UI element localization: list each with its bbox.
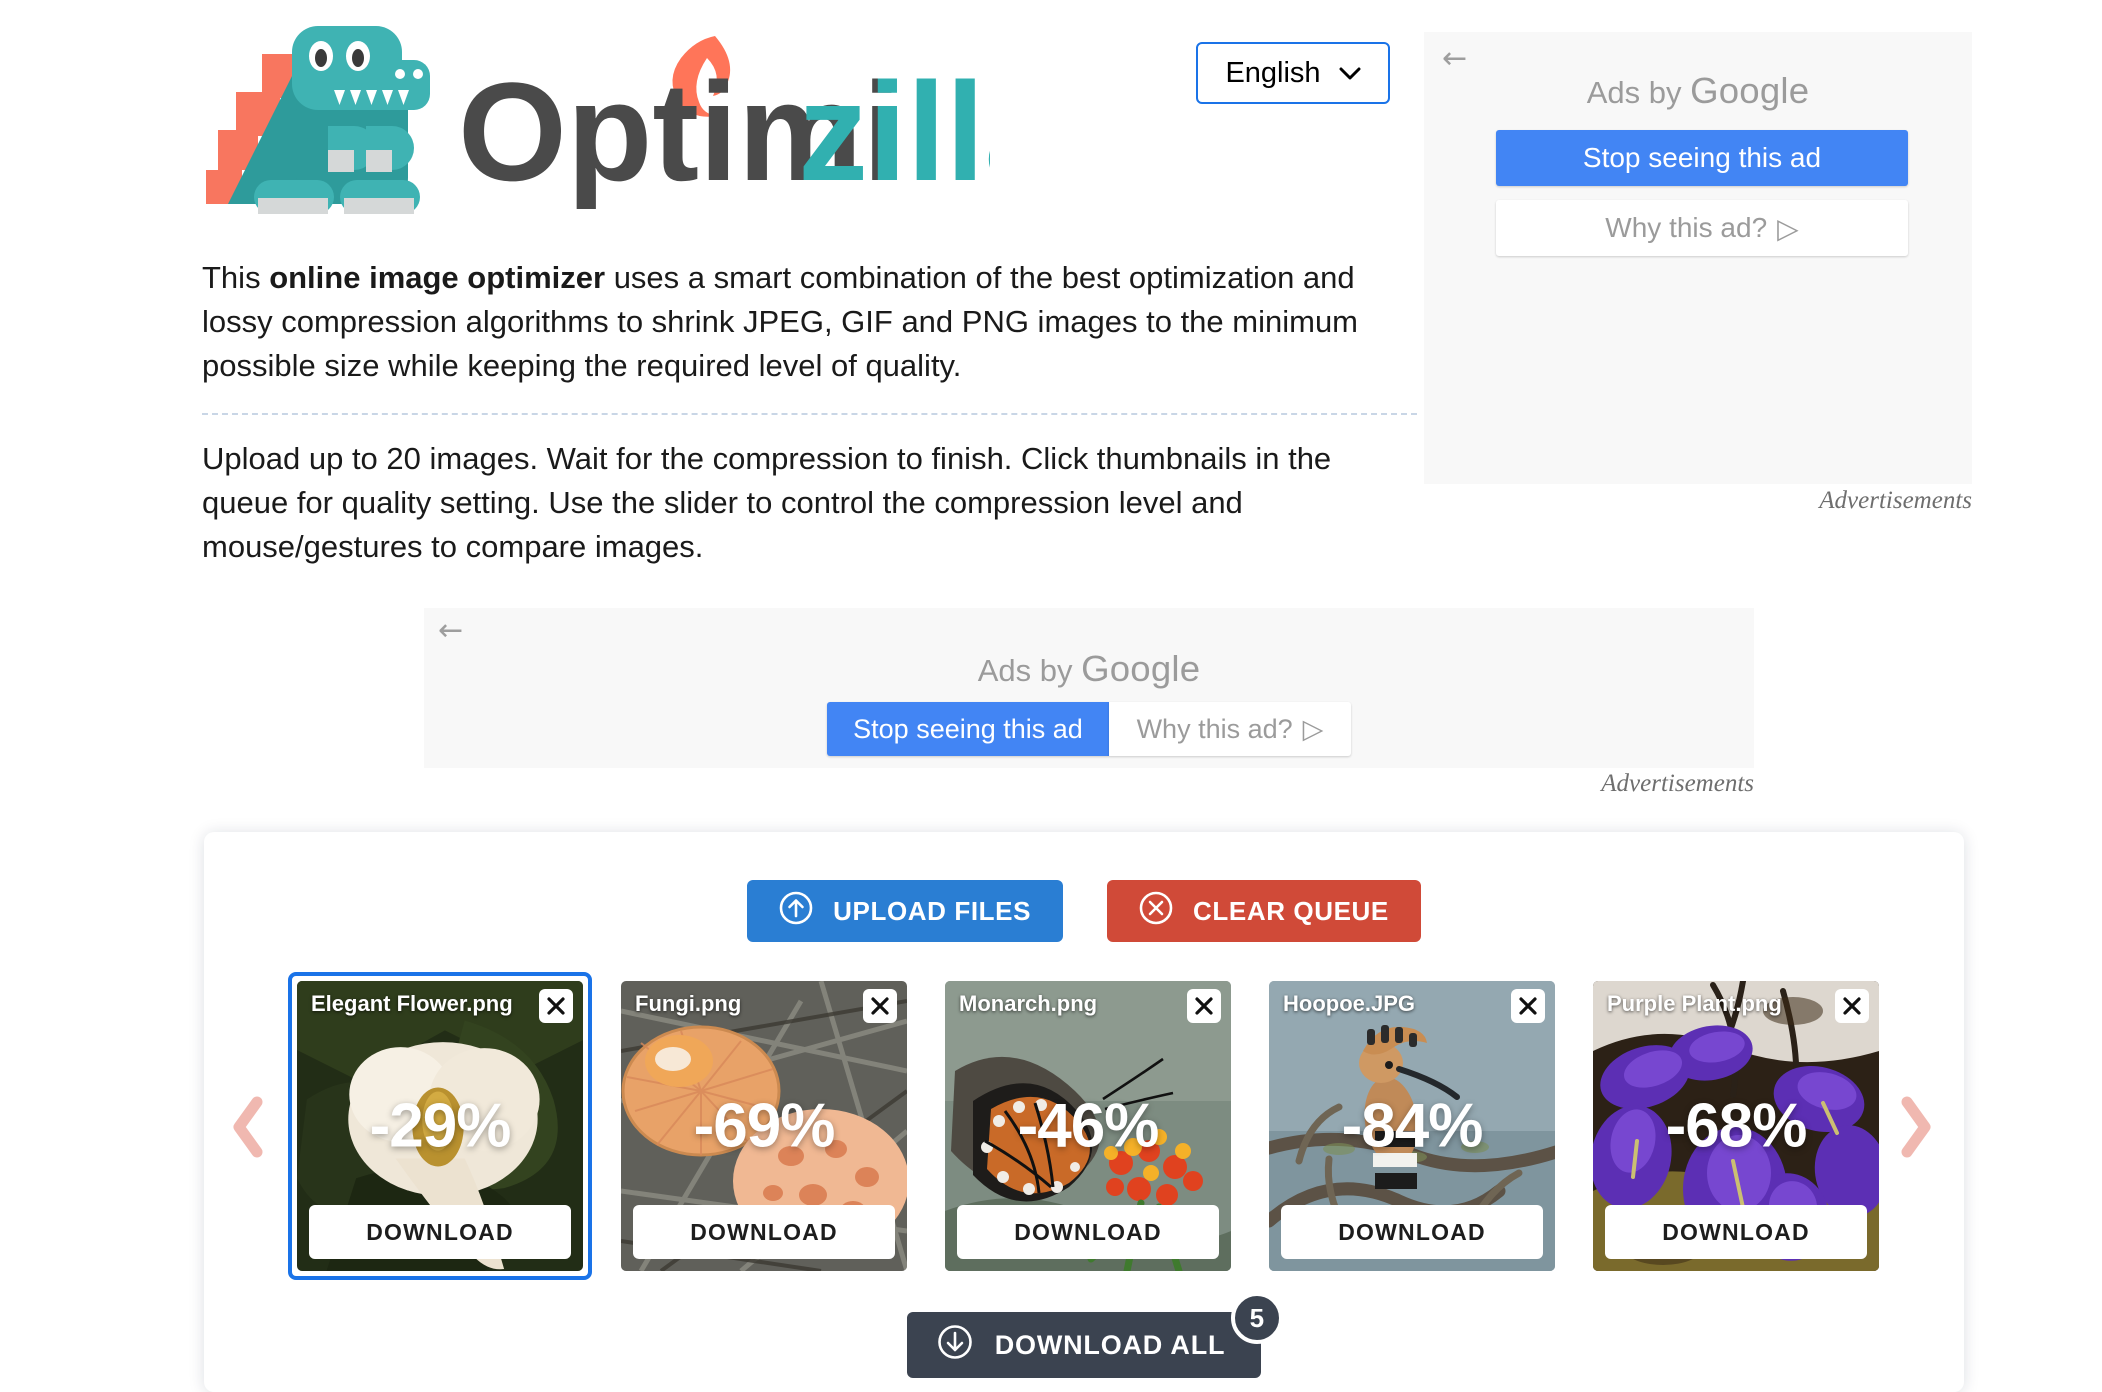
thumbnail-carousel: Elegant Flower.png -29% DOWNLOAD Fungi.p… <box>204 972 1964 1302</box>
download-all-label: DOWNLOAD ALL <box>994 1329 1226 1360</box>
intro-p1-bold: online image optimizer <box>269 260 606 295</box>
compression-percent: -68% <box>1665 1091 1808 1161</box>
queue-card[interactable]: Purple Plant.png -68% DOWNLOAD <box>1584 972 1888 1280</box>
intro-p1-before: This <box>202 260 270 295</box>
upload-files-button[interactable]: UPLOAD FILES <box>747 880 1064 942</box>
download-button[interactable]: DOWNLOAD <box>633 1205 895 1259</box>
compression-percent: -46% <box>1017 1091 1160 1161</box>
ad-panel-top-right: ← Ads by Google Stop seeing this ad Why … <box>1424 32 1972 484</box>
queue-card-filename: Monarch.png <box>959 991 1098 1016</box>
thumbnail-image: Hoopoe.JPG -84% DOWNLOAD <box>1269 981 1555 1271</box>
upload-circle-icon <box>779 891 813 932</box>
google-wordmark: Google <box>1690 70 1810 111</box>
thumbnail-image: Fungi.png -69% DOWNLOAD <box>621 981 907 1271</box>
ads-by-prefix: Ads by <box>977 653 1082 688</box>
why-this-ad-label: Why this ad? <box>1605 212 1768 243</box>
close-x-icon[interactable] <box>1511 989 1545 1023</box>
ads-by-prefix: Ads by <box>1586 75 1691 110</box>
thumbnail-list: Elegant Flower.png -29% DOWNLOAD Fungi.p… <box>288 972 1888 1280</box>
advertisements-label-middle: Advertisements <box>1601 770 1754 797</box>
queue-card-filename: Hoopoe.JPG <box>1283 991 1416 1016</box>
ad-button-row: Stop seeing this ad Why this ad? ▷ <box>424 702 1754 756</box>
download-button[interactable]: DOWNLOAD <box>309 1205 571 1259</box>
download-all-button[interactable]: DOWNLOAD ALL 5 <box>906 1292 1284 1378</box>
compression-percent: -84% <box>1341 1091 1484 1161</box>
download-button[interactable]: DOWNLOAD <box>957 1205 1219 1259</box>
svg-text:zilla: zilla <box>798 53 990 210</box>
download-all-row: DOWNLOAD ALL 5 <box>204 1292 1964 1378</box>
download-button[interactable]: DOWNLOAD <box>1605 1205 1867 1259</box>
queue-card[interactable]: Hoopoe.JPG -84% DOWNLOAD <box>1260 972 1564 1280</box>
close-x-icon[interactable] <box>539 989 573 1023</box>
clear-queue-button[interactable]: CLEAR QUEUE <box>1107 880 1421 942</box>
ads-by-google-label: Ads by Google <box>424 648 1754 690</box>
why-this-ad-label: Why this ad? <box>1136 713 1293 744</box>
page-root: Optimi zilla English ← Ads by Google Sto… <box>0 0 2102 1392</box>
why-this-ad-button[interactable]: Why this ad? ▷ <box>1496 200 1908 256</box>
thumbnail-image: Elegant Flower.png -29% DOWNLOAD <box>297 981 583 1271</box>
upload-files-label: UPLOAD FILES <box>833 895 1032 926</box>
stop-seeing-ad-button[interactable]: Stop seeing this ad <box>1496 130 1908 186</box>
queue-card[interactable]: Monarch.png -46% DOWNLOAD <box>936 972 1240 1280</box>
play-triangle-icon: ▷ <box>1302 713 1324 744</box>
compression-percent: -69% <box>693 1091 836 1161</box>
chevron-down-icon <box>1339 63 1361 85</box>
download-button[interactable]: DOWNLOAD <box>1281 1205 1543 1259</box>
close-x-icon[interactable] <box>863 989 897 1023</box>
thumbnail-image: Monarch.png -46% DOWNLOAD <box>945 981 1231 1271</box>
advertisements-label-top: Advertisements <box>1819 487 1972 514</box>
intro-paragraph-2: Upload up to 20 images. Wait for the com… <box>202 441 1332 565</box>
why-this-ad-button[interactable]: Why this ad? ▷ <box>1109 702 1351 756</box>
intro-text-block: This online image optimizer uses a smart… <box>202 256 1417 569</box>
image-queue-panel: UPLOAD FILES CLEAR QUEUE Elegant Flower.… <box>204 832 1964 1392</box>
intro-paragraph-1: This online image optimizer uses a smart… <box>202 256 1417 388</box>
queue-card[interactable]: Elegant Flower.png -29% DOWNLOAD <box>288 972 592 1280</box>
clear-queue-label: CLEAR QUEUE <box>1193 895 1389 926</box>
queue-card-filename: Elegant Flower.png <box>311 991 513 1016</box>
stop-seeing-ad-button[interactable]: Stop seeing this ad <box>827 702 1109 756</box>
compression-percent: -29% <box>369 1091 512 1161</box>
queue-card-filename: Fungi.png <box>635 991 742 1016</box>
queue-action-bar: UPLOAD FILES CLEAR QUEUE <box>204 832 1964 942</box>
queue-card-filename: Purple Plant.png <box>1607 991 1782 1016</box>
ads-by-google-label: Ads by Google <box>1424 70 1972 112</box>
section-divider <box>202 413 1417 416</box>
language-select-value: English <box>1225 56 1321 89</box>
carousel-prev-arrow[interactable] <box>226 1090 270 1164</box>
ad-back-arrow-icon[interactable]: ← <box>438 616 463 646</box>
close-x-icon[interactable] <box>1187 989 1221 1023</box>
play-triangle-icon: ▷ <box>1777 212 1799 244</box>
queue-card[interactable]: Fungi.png -69% DOWNLOAD <box>612 972 916 1280</box>
close-x-icon[interactable] <box>1835 989 1869 1023</box>
ad-panel-middle: ← Ads by Google Stop seeing this ad Why … <box>424 608 1754 768</box>
carousel-next-arrow[interactable] <box>1894 1090 1938 1164</box>
download-all-count-badge: 5 <box>1231 1292 1284 1344</box>
thumbnail-image: Purple Plant.png -68% DOWNLOAD <box>1593 981 1879 1271</box>
optimizilla-logo[interactable]: Optimi zilla <box>200 22 990 214</box>
google-wordmark: Google <box>1081 648 1201 689</box>
language-select[interactable]: English <box>1196 42 1390 104</box>
x-circle-icon <box>1139 891 1173 932</box>
download-circle-icon <box>937 1324 973 1367</box>
